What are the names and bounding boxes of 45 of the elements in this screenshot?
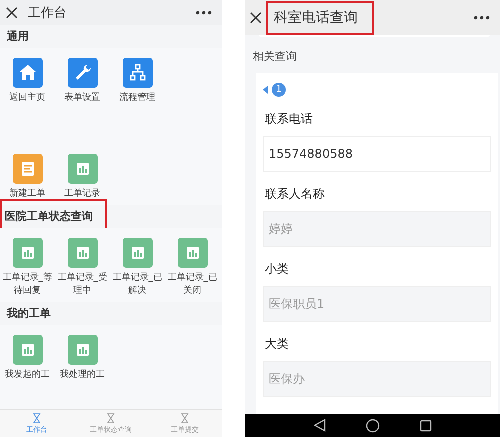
app-label: 我处理的工 xyxy=(59,369,106,382)
app-label: 工单记录 xyxy=(64,188,102,201)
bar-chart-icon[interactable] xyxy=(12,238,42,268)
hourglass-icon xyxy=(33,412,41,424)
back-icon[interactable] xyxy=(314,419,326,432)
app-label: 工单记录_已解决 xyxy=(112,272,164,298)
hourglass-icon xyxy=(107,412,115,424)
bar-chart-icon[interactable] xyxy=(12,335,42,365)
page-badge[interactable]: 1 xyxy=(272,83,286,97)
document-icon[interactable] xyxy=(12,154,42,184)
bar-chart-icon[interactable] xyxy=(178,238,208,268)
home-icon[interactable] xyxy=(366,418,380,432)
field-label: 大类 xyxy=(264,336,290,353)
field-label: 联系电话 xyxy=(264,111,314,128)
more-icon[interactable] xyxy=(474,16,490,20)
house-icon[interactable] xyxy=(12,58,42,88)
field-label: 小类 xyxy=(264,261,290,278)
close-icon[interactable] xyxy=(6,6,18,18)
section-title: 我的工单 xyxy=(6,306,52,322)
app-label: 工单记录_已关闭 xyxy=(166,272,218,298)
field-label: 联系人名称 xyxy=(264,186,326,203)
bar-chart-icon[interactable] xyxy=(68,238,98,268)
input-field[interactable]: 15574880588 xyxy=(263,136,491,172)
app-label: 工单记录_受理中 xyxy=(56,272,108,298)
window-title: 工作台 xyxy=(28,4,68,22)
section-title: 通用 xyxy=(6,29,30,45)
bar-chart-icon[interactable] xyxy=(68,154,98,184)
recents-icon[interactable] xyxy=(420,420,432,432)
app-label: 表单设置 xyxy=(64,92,102,105)
more-icon[interactable] xyxy=(196,10,212,14)
app-label: 新建工单 xyxy=(8,188,46,201)
flowchart-icon[interactable] xyxy=(122,58,152,88)
close-icon[interactable] xyxy=(250,12,262,24)
section-title: 医院工单状态查询 xyxy=(2,201,105,232)
window-title: 科室电话查询 xyxy=(266,0,374,34)
section-label: 相关查询 xyxy=(252,49,298,65)
bar-chart-icon[interactable] xyxy=(122,238,152,268)
app-label: 我发起的工 xyxy=(4,369,51,382)
bar-chart-icon[interactable] xyxy=(68,335,98,365)
app-label: 工单记录_等待回复 xyxy=(2,272,54,298)
hourglass-icon xyxy=(181,412,189,424)
app-label: 流程管理 xyxy=(118,92,156,105)
app-label: 返回主页 xyxy=(8,92,46,105)
wrench-icon[interactable] xyxy=(68,58,98,88)
caret-left-icon[interactable] xyxy=(263,86,268,94)
